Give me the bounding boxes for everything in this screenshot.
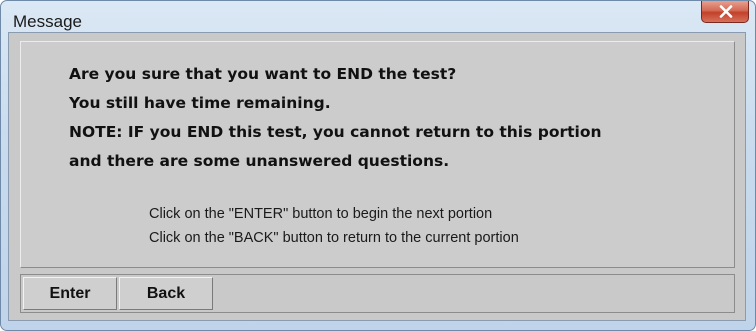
enter-button[interactable]: Enter bbox=[23, 277, 117, 310]
instruction-line-enter: Click on the "ENTER" button to begin the… bbox=[149, 206, 493, 222]
message-panel: Are you sure that you want to END the te… bbox=[20, 41, 735, 268]
message-line-2: You still have time remaining. bbox=[69, 94, 331, 112]
message-line-3: NOTE: IF you END this test, you cannot r… bbox=[69, 123, 602, 141]
dialog-body: Are you sure that you want to END the te… bbox=[8, 32, 746, 321]
message-line-1: Are you sure that you want to END the te… bbox=[69, 65, 457, 83]
instruction-line-back: Click on the "BACK" button to return to … bbox=[149, 230, 519, 246]
back-button[interactable]: Back bbox=[119, 277, 213, 310]
close-button[interactable] bbox=[701, 1, 749, 23]
close-x-icon bbox=[719, 5, 733, 18]
button-bar: Enter Back bbox=[20, 274, 735, 313]
window-title: Message bbox=[13, 12, 82, 31]
message-dialog: Message Are you sure that you want to EN… bbox=[0, 0, 756, 331]
message-line-4: and there are some unanswered questions. bbox=[69, 152, 450, 170]
